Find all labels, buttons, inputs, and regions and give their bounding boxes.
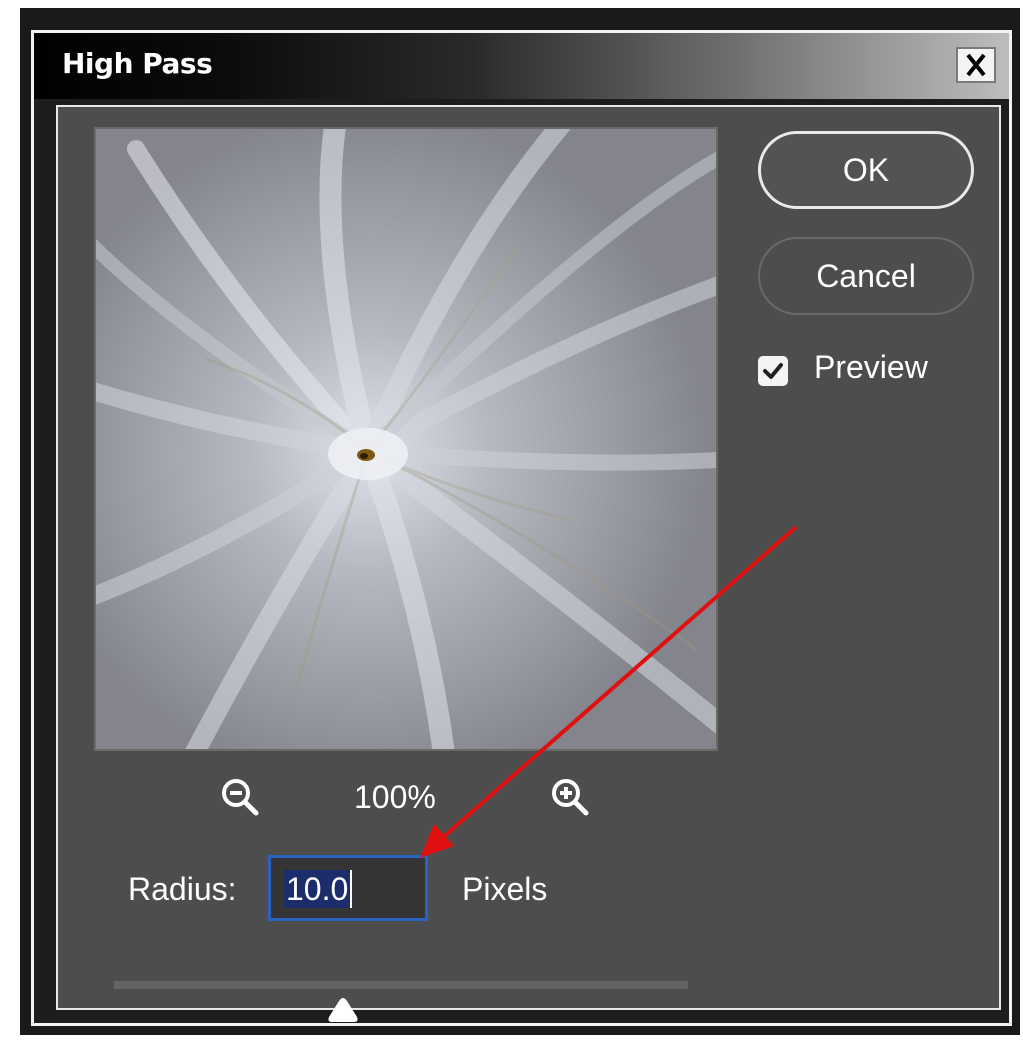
dialog-title: High Pass: [62, 47, 213, 80]
zoom-out-icon: [222, 779, 259, 816]
dialog-body: OK Cancel Preview 100% Radius: 10.0 Pixe…: [56, 105, 1001, 1022]
zoom-out-button[interactable]: [218, 775, 262, 823]
preview-checkbox-label[interactable]: Preview: [814, 349, 928, 386]
close-button[interactable]: [956, 47, 996, 83]
cancel-button-label: Cancel: [816, 257, 916, 294]
radius-value: 10.0: [284, 870, 353, 908]
radius-input[interactable]: 10.0: [268, 855, 428, 921]
high-pass-dialog: High Pass OK Cancel Preview 100% Radius:…: [31, 30, 1012, 1026]
preview-checkbox[interactable]: [758, 356, 788, 386]
radius-slider-thumb[interactable]: [325, 995, 361, 1029]
cancel-button[interactable]: Cancel: [758, 237, 974, 315]
title-bar[interactable]: High Pass: [34, 33, 1009, 99]
radius-label: Radius:: [128, 871, 237, 907]
zoom-in-icon: [552, 779, 589, 816]
ok-button-label: OK: [842, 151, 890, 188]
radius-slider-track[interactable]: [114, 981, 688, 989]
close-icon: [966, 53, 986, 77]
zoom-level: 100%: [354, 779, 436, 815]
zoom-in-button[interactable]: [548, 775, 592, 823]
ok-button[interactable]: OK: [758, 131, 974, 209]
checkmark-icon: [763, 363, 783, 379]
slider-thumb-icon: [328, 998, 358, 1022]
radius-units-label: Pixels: [462, 871, 548, 907]
preview-image-graphic: [96, 129, 716, 749]
filter-preview-image[interactable]: [94, 127, 718, 751]
